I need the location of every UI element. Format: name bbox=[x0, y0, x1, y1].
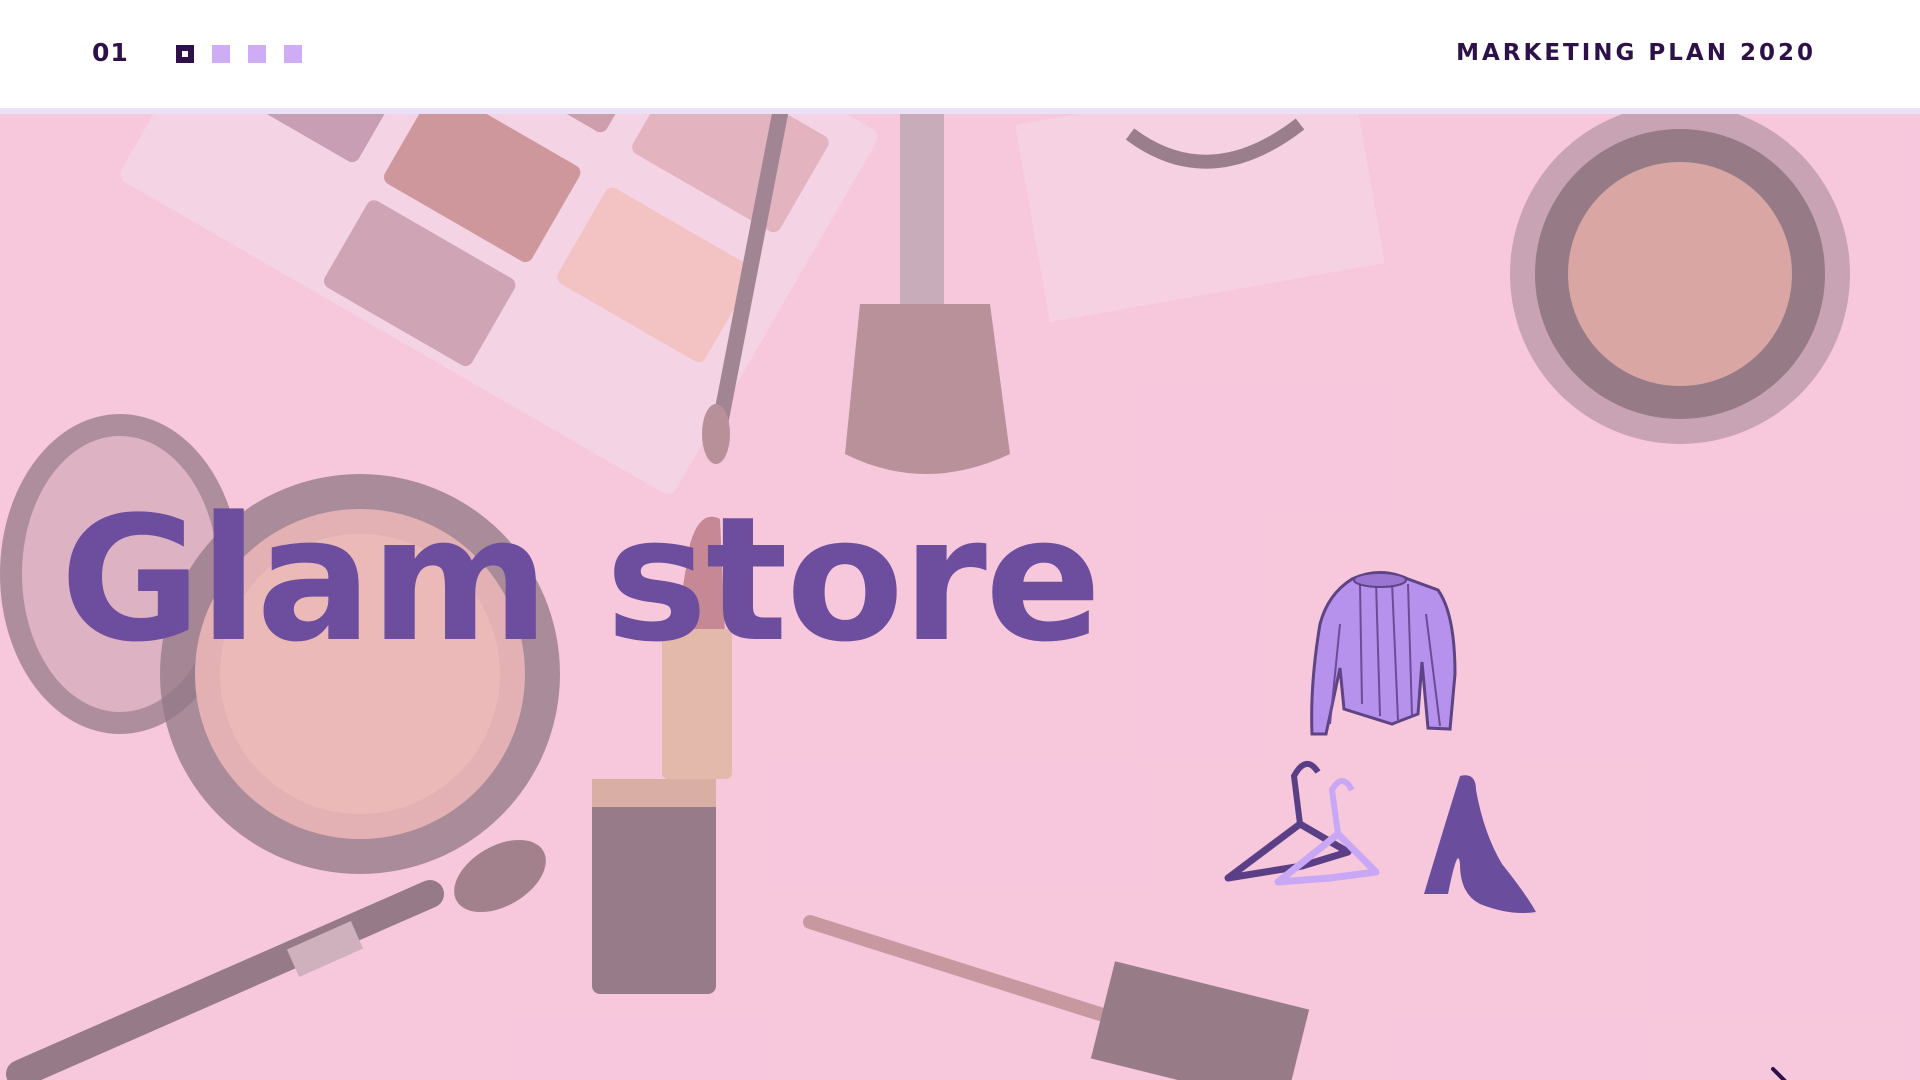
slide-title: Glam store bbox=[60, 479, 1102, 680]
high-heel-icon bbox=[1424, 775, 1536, 913]
next-slide-button[interactable] bbox=[1768, 1066, 1804, 1080]
pagination-dot-4[interactable] bbox=[284, 45, 302, 63]
header-title: MARKETING PLAN 2020 bbox=[1456, 40, 1816, 66]
pagination-dot-3[interactable] bbox=[248, 45, 266, 63]
hanger-icon bbox=[1224, 761, 1380, 886]
fashion-illustration bbox=[1224, 571, 1536, 913]
chevron-right-icon bbox=[1771, 1067, 1787, 1080]
hero-section: Glam store bbox=[0, 114, 1920, 1080]
slide-header: 01 MARKETING PLAN 2020 bbox=[0, 0, 1920, 108]
page-number: 01 bbox=[92, 38, 129, 67]
pagination-dot-1[interactable] bbox=[176, 45, 194, 63]
sweater-icon bbox=[1310, 571, 1457, 736]
pagination-dot-2[interactable] bbox=[212, 45, 230, 63]
